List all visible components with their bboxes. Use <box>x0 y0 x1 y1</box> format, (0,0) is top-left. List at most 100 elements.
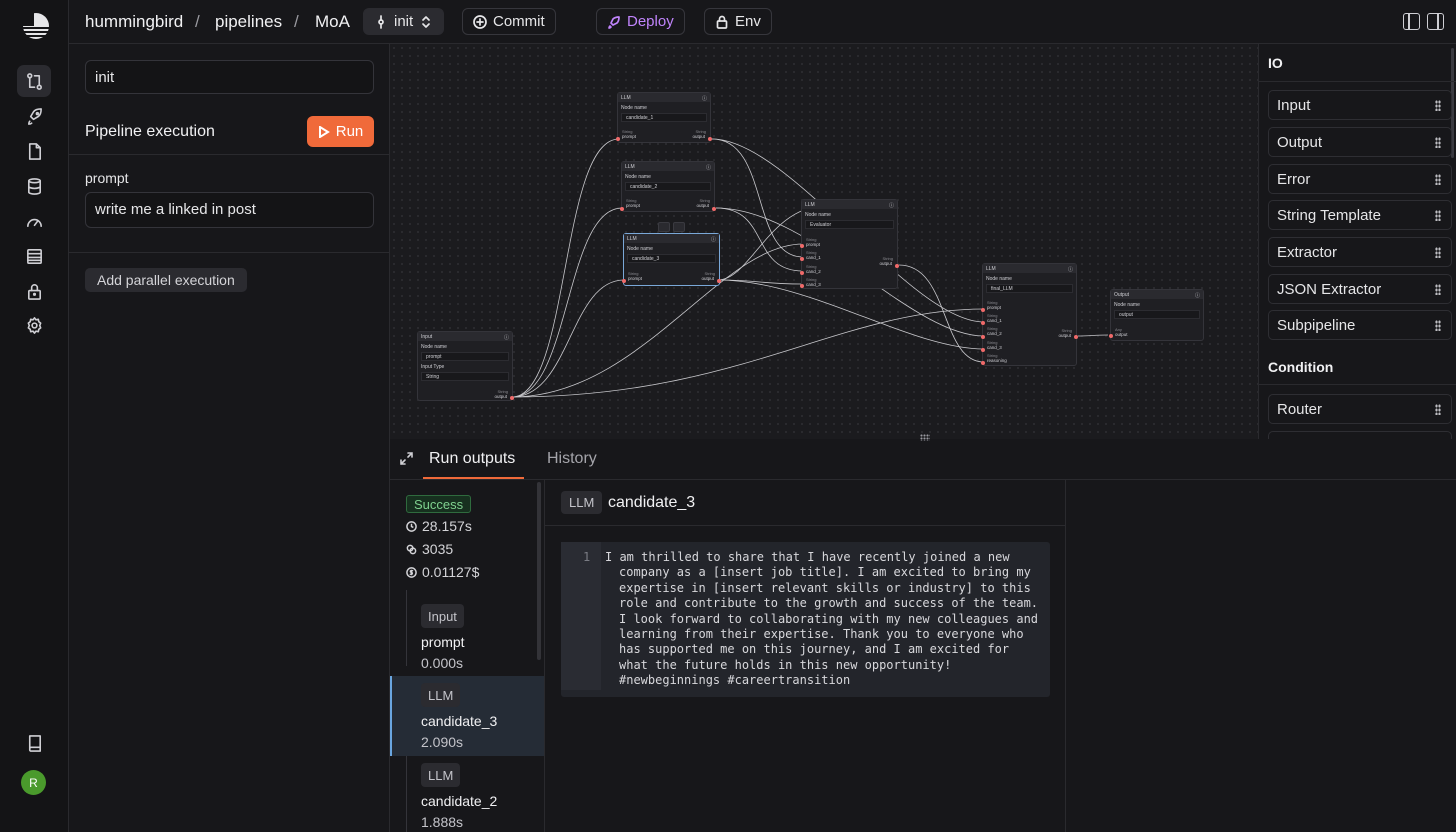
llm-node-final[interactable]: LLM ⓘ Node name final_LLM String prompt S… <box>981 263 1078 366</box>
port-dot[interactable] <box>616 137 620 141</box>
node-name-field[interactable]: output <box>1114 310 1200 319</box>
input-node[interactable]: Input ⓘ Node name prompt Input Type Strin… <box>417 331 514 401</box>
output-node[interactable]: Output ⓘ Node name output Any output <box>1109 289 1204 341</box>
run-step[interactable]: LLM candidate_2 1.888s <box>390 756 544 832</box>
breadcrumb-pipeline[interactable]: MoA <box>315 12 350 32</box>
user-avatar[interactable]: R <box>21 770 46 795</box>
library-item-router[interactable]: Router <box>1268 394 1452 424</box>
node-name-field[interactable]: prompt <box>421 352 509 361</box>
library-item-subpipeline[interactable]: Subpipeline <box>1268 310 1452 340</box>
input-port[interactable]: cand_2 <box>806 269 821 274</box>
port-dot[interactable] <box>800 271 804 275</box>
version-input[interactable]: init <box>85 60 374 94</box>
drag-handle-icon[interactable] <box>1435 100 1441 111</box>
delete-node-icon[interactable] <box>673 222 685 232</box>
run-step-selected[interactable]: LLM candidate_3 2.090s <box>390 676 544 756</box>
run-button[interactable]: Run <box>307 116 374 147</box>
pipelines-icon[interactable] <box>17 65 51 97</box>
library-item-input[interactable]: Input <box>1268 90 1452 120</box>
llm-node-candidate-2[interactable]: LLM ⓘ Node name candidate_2 String prompt… <box>620 161 716 212</box>
llm-node-candidate-1[interactable]: LLM ⓘ Node name candidate_1 String prompt… <box>616 92 712 143</box>
input-port[interactable]: cand_1 <box>987 318 1002 323</box>
toggle-left-panel-icon[interactable] <box>1403 13 1420 30</box>
input-port[interactable]: prompt <box>806 242 820 247</box>
drag-handle-icon[interactable] <box>1435 320 1441 331</box>
app-logo[interactable] <box>22 12 50 40</box>
node-name-field[interactable]: candidate_3 <box>627 254 716 263</box>
input-port[interactable]: prompt <box>987 305 1001 310</box>
settings-gear-icon[interactable] <box>17 309 51 341</box>
commit-button[interactable]: Commit <box>462 8 556 35</box>
library-item-output[interactable]: Output <box>1268 127 1452 157</box>
output-port[interactable]: output <box>701 276 714 281</box>
llm-node-evaluator[interactable]: LLM ⓘ Node name Evaluator String prompt S… <box>800 199 899 289</box>
tab-history[interactable]: History <box>547 450 597 468</box>
port-dot[interactable] <box>981 321 985 325</box>
toggle-right-panel-icon[interactable] <box>1427 13 1444 30</box>
resize-handle-icon[interactable] <box>920 434 930 441</box>
table-icon[interactable] <box>17 240 51 272</box>
library-item-extractor[interactable]: Extractor <box>1268 237 1452 267</box>
input-port[interactable]: output <box>1115 332 1128 337</box>
port-dot[interactable] <box>981 335 985 339</box>
input-port[interactable]: prompt <box>626 203 640 208</box>
output-port[interactable]: output <box>1058 333 1071 338</box>
input-port[interactable]: cand_2 <box>987 331 1002 336</box>
drag-handle-icon[interactable] <box>1435 247 1441 258</box>
pipeline-canvas[interactable]: LLM ⓘ Node name candidate_1 String prompt… <box>390 44 1258 439</box>
input-type-select[interactable]: String <box>421 372 509 381</box>
copy-node-icon[interactable] <box>658 222 670 232</box>
drag-handle-icon[interactable] <box>1435 174 1441 185</box>
deploy-button[interactable]: Deploy <box>596 8 685 35</box>
prompt-input[interactable]: write me a linked in post <box>85 192 374 228</box>
port-dot[interactable] <box>895 264 899 268</box>
add-parallel-button[interactable]: Add parallel execution <box>85 268 247 292</box>
port-dot[interactable] <box>1109 334 1113 338</box>
expand-icon[interactable] <box>399 451 414 466</box>
drag-handle-icon[interactable] <box>1435 210 1441 221</box>
drag-handle-icon[interactable] <box>1435 137 1441 148</box>
documents-icon[interactable] <box>17 135 51 167</box>
docs-book-icon[interactable] <box>17 727 51 759</box>
library-item-error[interactable]: Error <box>1268 164 1452 194</box>
input-port[interactable]: prompt <box>622 134 636 139</box>
input-port[interactable]: cand_3 <box>806 282 821 287</box>
output-port[interactable]: output <box>879 261 892 266</box>
port-dot[interactable] <box>981 361 985 365</box>
output-port[interactable]: output <box>494 394 507 399</box>
port-dot[interactable] <box>800 257 804 261</box>
port-dot[interactable] <box>981 348 985 352</box>
deploy-rocket-icon[interactable] <box>17 100 51 132</box>
input-port[interactable]: cand_3 <box>987 345 1002 350</box>
output-port[interactable]: output <box>696 203 709 208</box>
llm-node-candidate-3[interactable]: LLM ⓘ Node name candidate_3 String prompt… <box>622 233 721 286</box>
input-port[interactable]: reasoning <box>987 358 1007 363</box>
input-port[interactable]: cand_1 <box>806 255 821 260</box>
library-item-partial[interactable] <box>1268 431 1452 439</box>
port-dot[interactable] <box>717 279 721 283</box>
library-item-string-template[interactable]: String Template <box>1268 200 1452 230</box>
port-dot[interactable] <box>800 244 804 248</box>
port-dot[interactable] <box>620 207 624 211</box>
library-item-json-extractor[interactable]: JSON Extractor <box>1268 274 1452 304</box>
input-port[interactable]: prompt <box>628 276 642 281</box>
node-name-field[interactable]: final_LLM <box>986 284 1073 293</box>
node-name-field[interactable]: Evaluator <box>805 220 894 229</box>
run-step[interactable]: Input prompt 0.000s <box>390 597 544 677</box>
dashboard-gauge-icon[interactable] <box>17 205 51 237</box>
drag-handle-icon[interactable] <box>1435 404 1441 415</box>
tab-run-outputs[interactable]: Run outputs <box>429 450 515 468</box>
output-port[interactable]: output <box>692 134 705 139</box>
port-dot[interactable] <box>622 279 626 283</box>
output-code-viewer[interactable]: 1 I am thrilled to share that I have rec… <box>561 542 1050 697</box>
lock-icon[interactable] <box>17 275 51 307</box>
port-dot[interactable] <box>712 207 716 211</box>
drag-handle-icon[interactable] <box>1435 284 1441 295</box>
port-dot[interactable] <box>800 284 804 288</box>
branch-selector[interactable]: init <box>363 8 445 35</box>
breadcrumb-pipelines[interactable]: pipelines <box>215 12 282 32</box>
port-dot[interactable] <box>510 396 514 400</box>
node-name-field[interactable]: candidate_1 <box>621 113 707 122</box>
port-dot[interactable] <box>1074 335 1078 339</box>
database-icon[interactable] <box>17 170 51 202</box>
